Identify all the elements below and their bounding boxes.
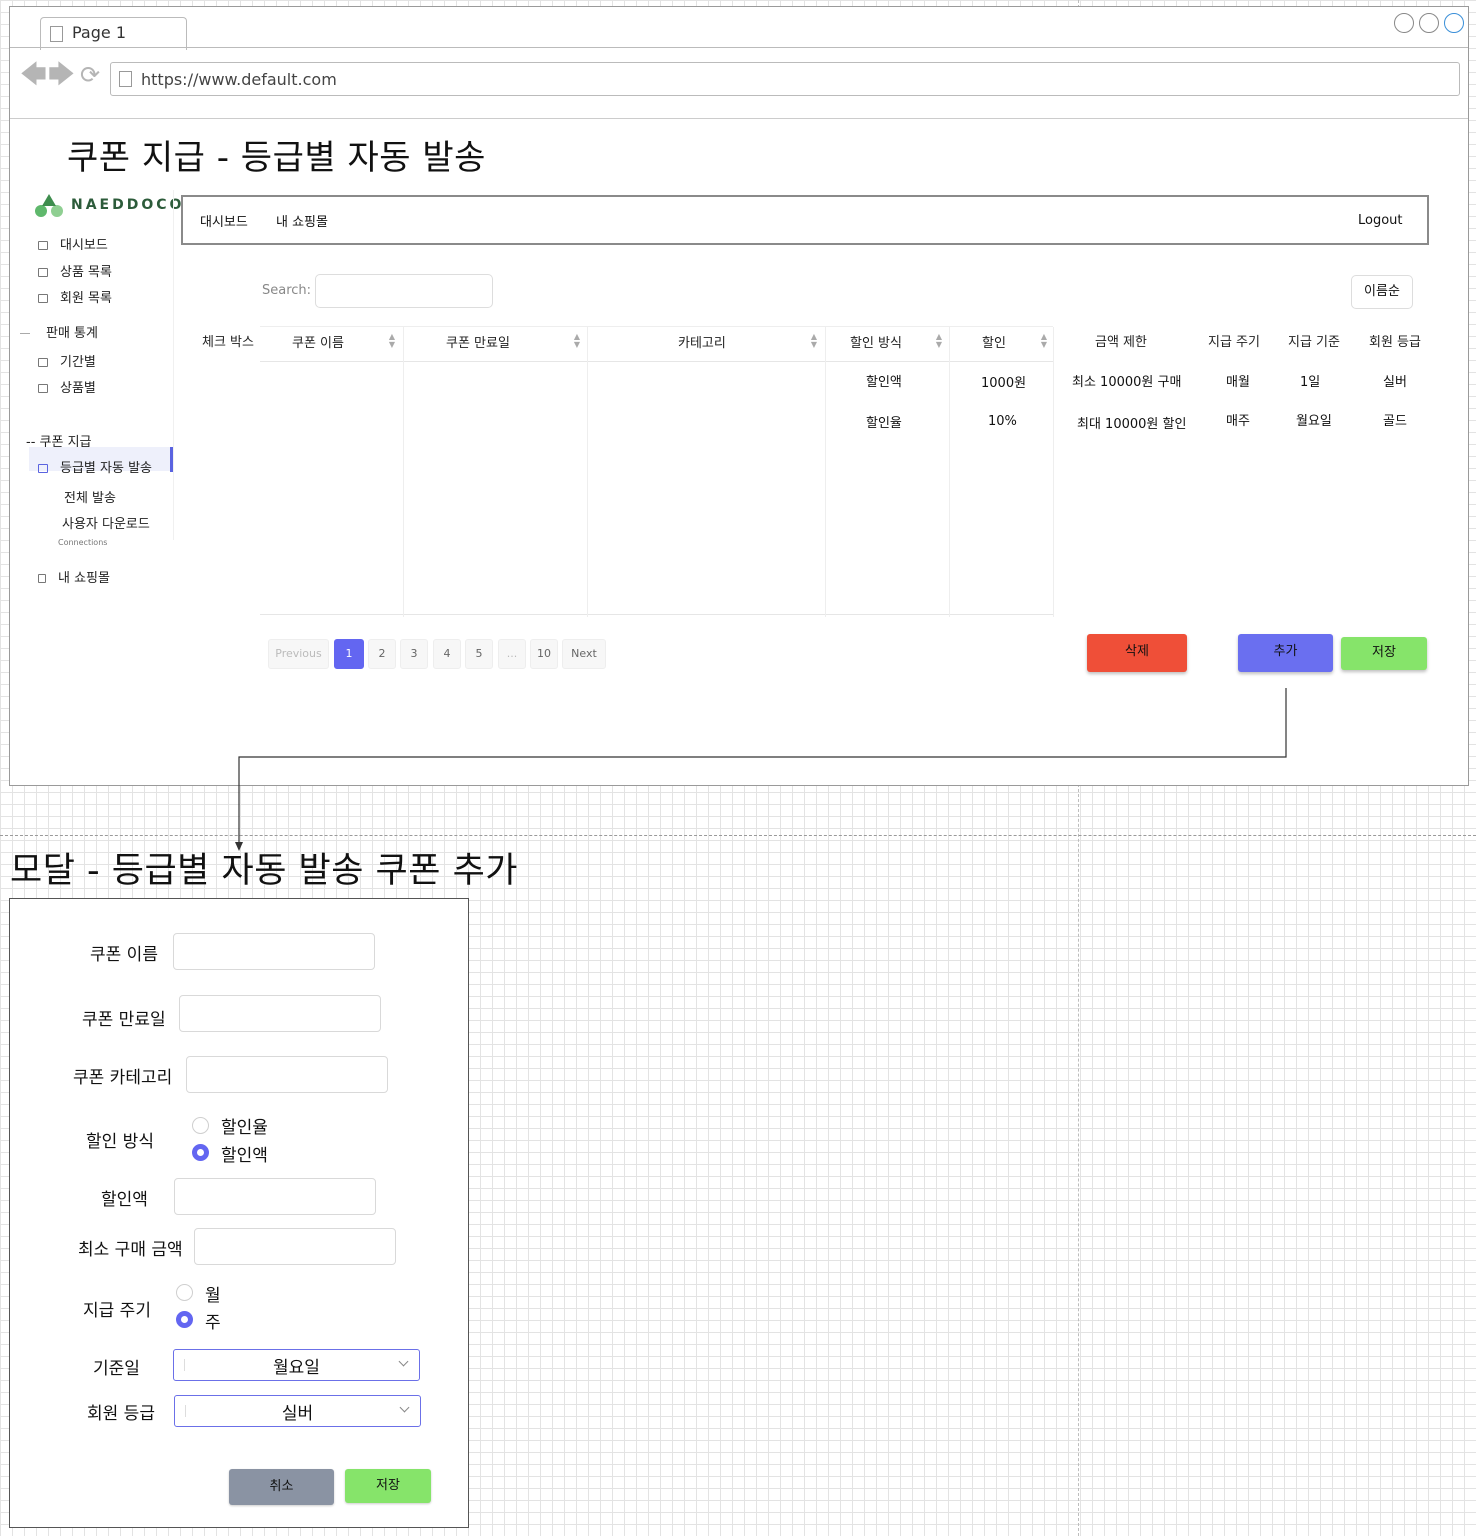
grade-select[interactable]: 실버 (174, 1395, 421, 1427)
grade-label: 회원 등급 (87, 1404, 155, 1424)
cycle-week-option[interactable]: 주 (205, 1308, 221, 1333)
modal-cancel-button[interactable]: 취소 (229, 1469, 334, 1505)
grade-value: 실버 (281, 1404, 314, 1424)
coupon-name-input[interactable] (173, 933, 375, 970)
discount-amount-option[interactable]: 할인액 (221, 1141, 268, 1166)
discount-amount-radio[interactable] (192, 1144, 209, 1161)
modal-title: 모달 - 등급별 자동 발송 쿠폰 추가 (10, 851, 518, 891)
expiry-label: 쿠폰 만료일 (82, 1010, 166, 1030)
category-label: 쿠폰 카테고리 (73, 1068, 173, 1088)
cycle-label: 지급 주기 (83, 1301, 151, 1321)
category-input[interactable] (186, 1056, 388, 1093)
cycle-week-radio[interactable] (176, 1311, 193, 1328)
amount-label: 할인액 (101, 1190, 148, 1210)
discount-method-label: 할인 방식 (86, 1132, 154, 1152)
base-day-label: 기준일 (93, 1359, 140, 1379)
cycle-month-option[interactable]: 월 (205, 1281, 221, 1306)
expiry-input[interactable] (179, 995, 381, 1032)
min-purchase-input[interactable] (194, 1228, 396, 1265)
min-purchase-label: 최소 구매 금액 (78, 1240, 183, 1260)
discount-rate-radio[interactable] (192, 1117, 209, 1134)
modal-save-button[interactable]: 저장 (345, 1469, 431, 1503)
coupon-name-label: 쿠폰 이름 (90, 945, 158, 965)
base-day-select[interactable]: 월요일 (173, 1349, 420, 1381)
discount-rate-option[interactable]: 할인율 (221, 1113, 268, 1138)
add-coupon-modal: 쿠폰 이름 쿠폰 만료일 쿠폰 카테고리 할인 방식 할인율 할인액 할인액 최… (9, 898, 469, 1528)
base-day-value: 월요일 (273, 1358, 320, 1378)
cycle-month-radio[interactable] (176, 1284, 193, 1301)
amount-input[interactable] (174, 1178, 376, 1215)
connector-arrow (235, 688, 1287, 851)
